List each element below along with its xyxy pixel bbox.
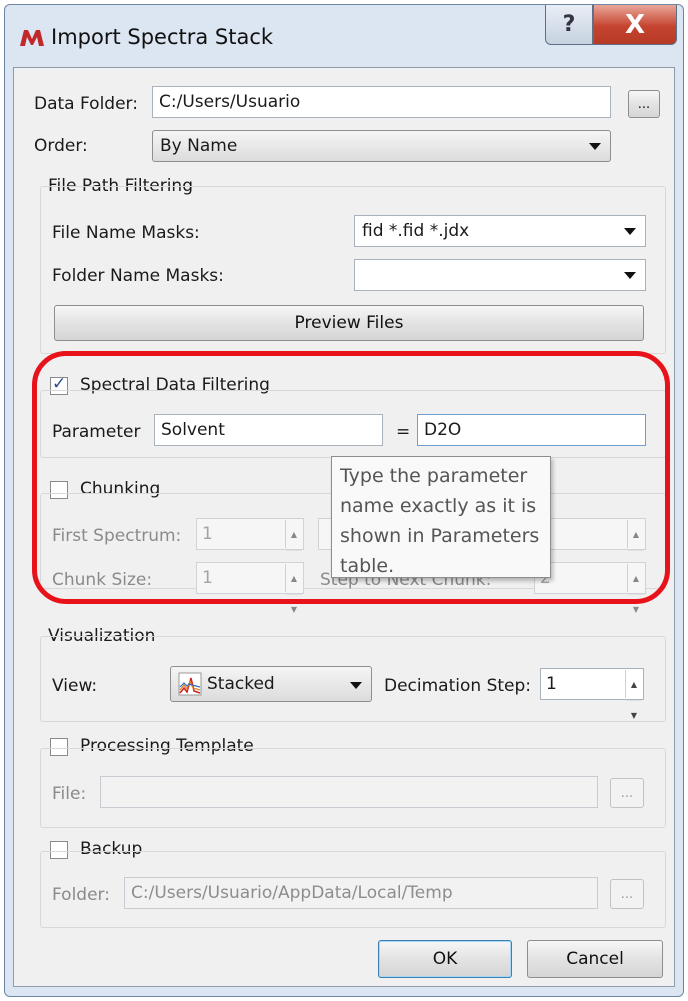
ok-button[interactable]: OK [378, 940, 512, 978]
spin-arrows-icon[interactable]: ▲▼ [627, 520, 644, 570]
view-select[interactable]: Stacked [170, 666, 372, 702]
view-select-value: Stacked [207, 674, 275, 694]
file-label: File: [52, 784, 87, 804]
chunk-size-value: 1 [202, 568, 213, 588]
parameter-input[interactable]: Solvent [154, 414, 383, 446]
data-folder-input[interactable]: C:/Users/Usuario [152, 86, 611, 118]
preview-files-button[interactable]: Preview Files [54, 305, 644, 341]
tooltip-line: shown in Parameters [340, 525, 540, 547]
decimation-step-spinbox[interactable]: 1 ▲ ▼ [540, 668, 644, 720]
data-folder-label: Data Folder: [34, 94, 138, 114]
parameter-tooltip: Type the parameter name exactly as it is… [331, 456, 551, 578]
help-button[interactable]: ? [545, 5, 593, 45]
chevron-down-icon [624, 228, 636, 235]
chunk-size-spinbox[interactable]: 1 ▲ ▼ [196, 562, 304, 614]
backup-folder-input[interactable]: C:/Users/Usuario/AppData/Local/Temp [124, 877, 598, 909]
close-button[interactable]: X [593, 5, 677, 45]
help-icon: ? [562, 12, 576, 37]
first-spectrum-label: First Spectrum: [52, 526, 182, 546]
app-logo-icon [20, 30, 44, 46]
file-name-masks-label: File Name Masks: [52, 223, 200, 243]
template-file-input[interactable] [100, 776, 598, 808]
backup-folder-label: Folder: [52, 885, 110, 905]
cancel-button[interactable]: Cancel [527, 940, 663, 978]
chevron-down-icon [350, 682, 362, 689]
order-select[interactable]: By Name [152, 130, 611, 162]
stacked-chart-icon [178, 672, 202, 696]
folder-name-masks-label: Folder Name Masks: [52, 266, 224, 286]
data-folder-browse-button[interactable]: ... [628, 90, 660, 118]
tooltip-line: name exactly as it is [340, 495, 537, 517]
equals-sign: = [396, 422, 411, 442]
decimation-step-value: 1 [546, 674, 557, 694]
chevron-down-icon [624, 272, 636, 279]
backup-folder-browse-button[interactable]: ... [610, 879, 644, 909]
title-bar[interactable]: Import Spectra Stack ? X [5, 5, 683, 67]
spin-arrows-icon[interactable]: ▲▼ [625, 670, 642, 720]
window-title: Import Spectra Stack [51, 25, 274, 49]
first-spectrum-spinbox[interactable]: 1 ▲▼ [196, 518, 304, 570]
dialog-window: Import Spectra Stack ? X Data Folder: C:… [4, 4, 684, 997]
spin-arrows-icon[interactable]: ▲▼ [285, 564, 302, 614]
spin-arrows-icon[interactable]: ▲▼ [627, 564, 644, 614]
close-icon: X [624, 9, 646, 40]
tooltip-line: table. [340, 555, 395, 577]
file-name-masks-value: fid *.fid *.jdx [362, 221, 470, 241]
dialog-body: Data Folder: C:/Users/Usuario ... Order:… [13, 67, 675, 987]
first-spectrum-value: 1 [202, 524, 213, 544]
spin-arrows-icon[interactable]: ▲▼ [285, 520, 302, 570]
chevron-down-icon [589, 143, 601, 150]
parameter-label: Parameter [52, 422, 141, 442]
folder-name-masks-select[interactable] [354, 259, 646, 291]
file-name-masks-select[interactable]: fid *.fid *.jdx [354, 215, 646, 247]
template-file-browse-button[interactable]: ... [610, 778, 644, 808]
parameter-value-input[interactable]: D2O [417, 414, 646, 446]
decimation-step-label: Decimation Step: [384, 676, 531, 696]
chunk-size-label: Chunk Size: [52, 570, 153, 590]
order-label: Order: [34, 136, 88, 156]
order-select-value: By Name [160, 136, 238, 156]
view-label: View: [52, 676, 98, 696]
tooltip-line: Type the parameter [340, 465, 528, 487]
